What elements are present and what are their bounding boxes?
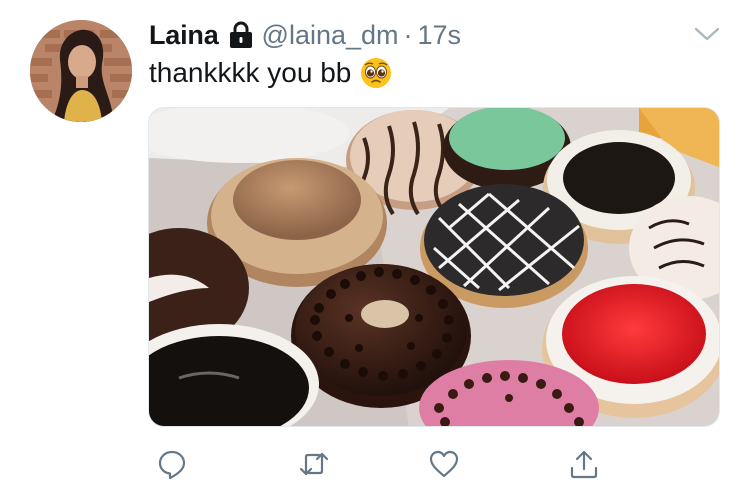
tweet: Laina @laina_dm · 17s thankkkk you bb xyxy=(0,0,750,493)
like-button[interactable] xyxy=(426,446,462,482)
pleading-face-emoji xyxy=(360,57,392,89)
share-icon xyxy=(570,450,598,479)
share-button[interactable] xyxy=(566,446,602,482)
retweet-button[interactable] xyxy=(296,446,332,482)
author-handle[interactable]: @laina_dm xyxy=(262,20,399,51)
retweet-icon xyxy=(299,452,329,476)
heart-icon xyxy=(429,450,459,478)
avatar-photo xyxy=(30,20,132,122)
chevron-down-icon[interactable] xyxy=(692,24,722,44)
reply-button[interactable] xyxy=(154,446,190,482)
timestamp[interactable]: 17s xyxy=(418,20,462,51)
tweet-actions xyxy=(0,446,750,482)
tweet-text: thankkkk you bb xyxy=(149,57,392,89)
avatar[interactable] xyxy=(30,20,132,122)
lock-icon xyxy=(228,21,254,49)
tweet-header: Laina @laina_dm · 17s xyxy=(149,18,461,52)
tweet-image[interactable] xyxy=(148,107,720,427)
separator: · xyxy=(403,19,413,50)
tweet-text-content: thankkkk you bb xyxy=(149,57,352,88)
reply-icon xyxy=(158,450,186,480)
donut-photo xyxy=(149,108,719,426)
author-name[interactable]: Laina xyxy=(149,20,219,51)
